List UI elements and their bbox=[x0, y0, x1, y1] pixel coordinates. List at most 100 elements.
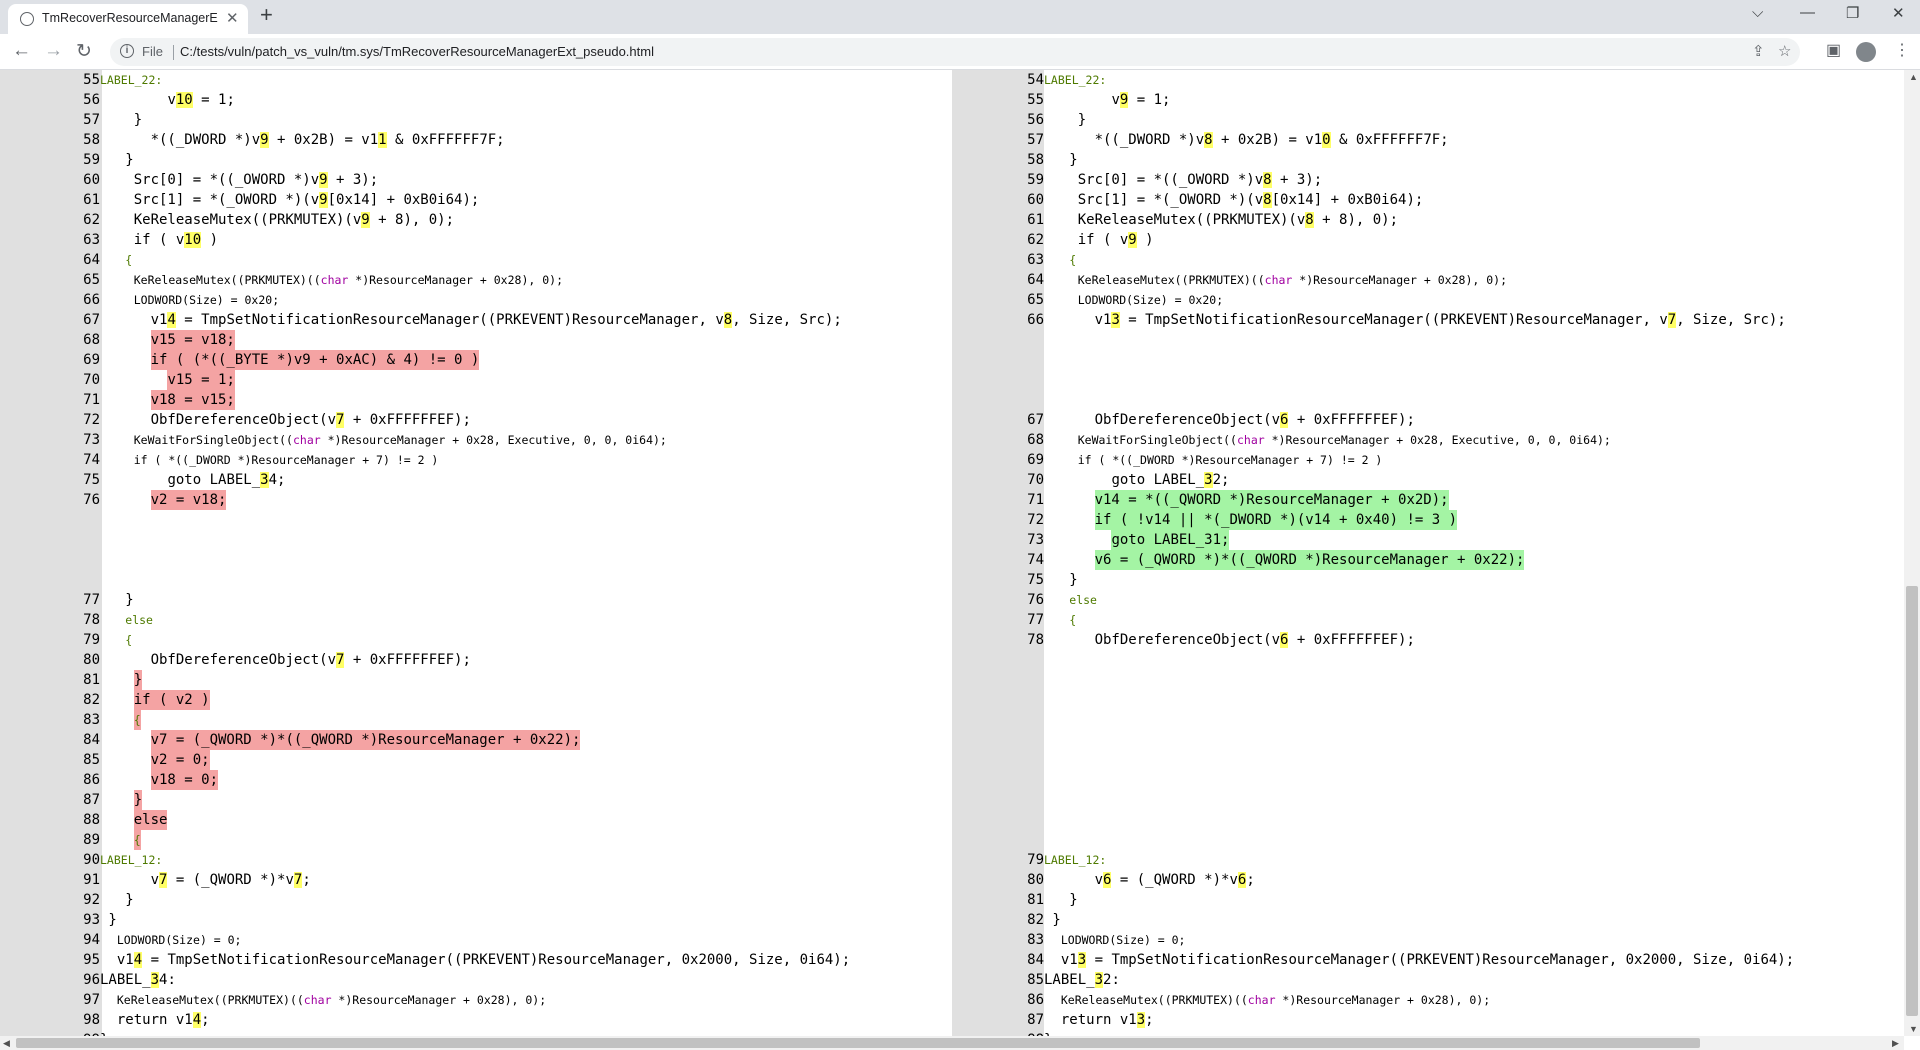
code-text: *((_DWORD *)v9 + 0x2B) = v11 & 0xFFFFFF7… bbox=[151, 130, 505, 150]
code-token: ObfDereferenceObject(v bbox=[1094, 632, 1281, 648]
line-number: 77 bbox=[83, 592, 100, 608]
code-token: else bbox=[1069, 593, 1097, 607]
code-text: KeReleaseMutex((PRKMUTEX)(v9 + 8), 0); bbox=[134, 210, 454, 230]
scroll-left-arrow-icon[interactable]: ◀ bbox=[3, 1038, 10, 1049]
code-token: } bbox=[133, 672, 143, 688]
line-number: 89 bbox=[83, 832, 100, 848]
profile-avatar[interactable] bbox=[1856, 42, 1876, 62]
code-token: if ( v bbox=[133, 232, 185, 248]
code-token: LABEL_12: bbox=[1044, 853, 1107, 867]
deleted-code-text: if ( (*((_BYTE *)v9 + 0xAC) & 4) != 0 ) bbox=[150, 350, 480, 370]
code-text: { bbox=[125, 250, 132, 270]
line-number: 86 bbox=[1027, 992, 1044, 1008]
side-panel-icon[interactable]: ▣ bbox=[1826, 40, 1841, 60]
scroll-down-arrow-icon[interactable]: ▼ bbox=[1909, 1024, 1918, 1034]
line-number: 65 bbox=[1027, 292, 1044, 308]
browser-tab[interactable]: TmRecoverResourceManagerExt_ ✕ bbox=[8, 4, 248, 34]
code-text: v9 = 1; bbox=[1111, 90, 1170, 110]
changed-token: 10 bbox=[184, 232, 202, 248]
bookmark-star-icon[interactable]: ☆ bbox=[1778, 42, 1791, 60]
code-text: if ( v9 ) bbox=[1078, 230, 1154, 250]
code-token: ) bbox=[1136, 232, 1154, 248]
code-token: goto LABEL_ bbox=[1111, 472, 1205, 488]
new-tab-button[interactable]: + bbox=[260, 2, 273, 28]
code-text: } bbox=[125, 150, 133, 170]
code-token: Src[0] = *((_OWORD *)v bbox=[133, 172, 320, 188]
share-icon[interactable]: ⇪ bbox=[1752, 42, 1765, 60]
restore-button[interactable]: ❐ bbox=[1846, 4, 1859, 22]
line-number: 93 bbox=[83, 912, 100, 928]
code-token: ; bbox=[1246, 872, 1255, 888]
tab-title: TmRecoverResourceManagerExt_ bbox=[42, 11, 218, 25]
code-token: v1 bbox=[150, 312, 168, 328]
code-token: v2 = v18; bbox=[150, 492, 227, 508]
line-number: 87 bbox=[1027, 1012, 1044, 1028]
code-token: goto LABEL_ bbox=[167, 472, 261, 488]
scroll-up-arrow-icon[interactable]: ▲ bbox=[1909, 72, 1918, 82]
code-token: v14 = *((_QWORD *)ResourceManager + 0x2D… bbox=[1094, 492, 1449, 508]
changed-token: 8 bbox=[1263, 172, 1272, 188]
code-token: v1 bbox=[116, 952, 134, 968]
code-text: LABEL_12: bbox=[1044, 850, 1106, 870]
back-button[interactable]: ← bbox=[12, 40, 31, 62]
code-token: if ( v2 ) bbox=[133, 692, 210, 708]
code-text: ObfDereferenceObject(v6 + 0xFFFFFFEF); bbox=[1095, 630, 1415, 650]
code-token: if ( !v14 || *(_DWORD *)(v14 + 0x40) != … bbox=[1094, 512, 1458, 528]
changed-token: 9 bbox=[319, 192, 328, 208]
added-code-text: v14 = *((_QWORD *)ResourceManager + 0x2D… bbox=[1094, 490, 1449, 510]
code-text: else bbox=[1069, 590, 1097, 610]
deleted-code-text: { bbox=[133, 710, 141, 730]
tab-search-icon[interactable]: ⌵ bbox=[1752, 4, 1763, 21]
code-text: KeReleaseMutex((PRKMUTEX)(v8 + 8), 0); bbox=[1078, 210, 1398, 230]
horizontal-scroll-thumb[interactable] bbox=[16, 1038, 1700, 1048]
code-token: { bbox=[133, 713, 141, 727]
code-token: v7 = (_QWORD *)*((_QWORD *)ResourceManag… bbox=[150, 732, 581, 748]
scroll-right-arrow-icon[interactable]: ▶ bbox=[1892, 1038, 1899, 1049]
site-info-icon[interactable]: i bbox=[120, 44, 134, 58]
line-number: 81 bbox=[1027, 892, 1044, 908]
deleted-code-text: v15 = 1; bbox=[167, 370, 235, 390]
code-token: v6 = (_QWORD *)*((_QWORD *)ResourceManag… bbox=[1094, 552, 1525, 568]
address-bar[interactable]: i File C:/tests/vuln/patch_vs_vuln/tm.sy… bbox=[110, 38, 1800, 66]
menu-icon[interactable]: ⋮ bbox=[1894, 40, 1910, 60]
line-number: 64 bbox=[1027, 272, 1044, 288]
line-number: 73 bbox=[1027, 532, 1044, 548]
line-number: 61 bbox=[83, 192, 100, 208]
forward-button[interactable]: → bbox=[44, 40, 63, 62]
code-token: 2: bbox=[1103, 972, 1120, 988]
close-window-button[interactable]: ✕ bbox=[1892, 4, 1905, 22]
code-token: } bbox=[133, 792, 143, 808]
code-token: + 0xFFFFFFEF); bbox=[1288, 412, 1415, 428]
line-number: 78 bbox=[1027, 632, 1044, 648]
code-text: } bbox=[1069, 890, 1077, 910]
deleted-code-text: v2 = v18; bbox=[150, 490, 227, 510]
reload-button[interactable]: ↻ bbox=[76, 40, 92, 63]
line-number: 81 bbox=[83, 672, 100, 688]
code-token: if ( (*((_BYTE *)v9 + 0xAC) & 4) != 0 ) bbox=[150, 352, 480, 368]
line-number: 62 bbox=[83, 212, 100, 228]
line-number: 72 bbox=[83, 412, 100, 428]
vertical-scroll-thumb[interactable] bbox=[1906, 586, 1918, 1016]
line-number: 82 bbox=[1027, 912, 1044, 928]
code-token: } bbox=[125, 152, 134, 168]
code-token: *)ResourceManager + 0x28, Executive, 0, … bbox=[1264, 433, 1611, 447]
code-text: { bbox=[1069, 610, 1076, 630]
url-text[interactable]: C:/tests/vuln/patch_vs_vuln/tm.sys/TmRec… bbox=[180, 44, 654, 59]
line-number: 82 bbox=[83, 692, 100, 708]
minimize-button[interactable]: — bbox=[1800, 4, 1815, 21]
changed-token: 8 bbox=[1305, 212, 1314, 228]
line-number: 67 bbox=[1027, 412, 1044, 428]
code-text: LODWORD(Size) = 0x20; bbox=[134, 290, 279, 310]
code-token: } bbox=[133, 112, 143, 128]
omnibox-separator bbox=[173, 45, 174, 60]
deleted-code-text: } bbox=[133, 670, 143, 690]
code-text: if ( *((_DWORD *)ResourceManager + 7) !=… bbox=[134, 450, 439, 470]
line-number: 55 bbox=[83, 72, 100, 88]
code-token: v1 bbox=[1094, 312, 1112, 328]
code-token: char bbox=[1247, 993, 1276, 1007]
code-token: = TmpSetNotificationResourceManager((PRK… bbox=[142, 952, 851, 968]
code-token: { bbox=[125, 633, 133, 647]
code-text: } bbox=[125, 890, 133, 910]
close-tab-icon[interactable]: ✕ bbox=[226, 9, 239, 27]
code-token: KeReleaseMutex((PRKMUTEX)(v bbox=[1077, 212, 1306, 228]
